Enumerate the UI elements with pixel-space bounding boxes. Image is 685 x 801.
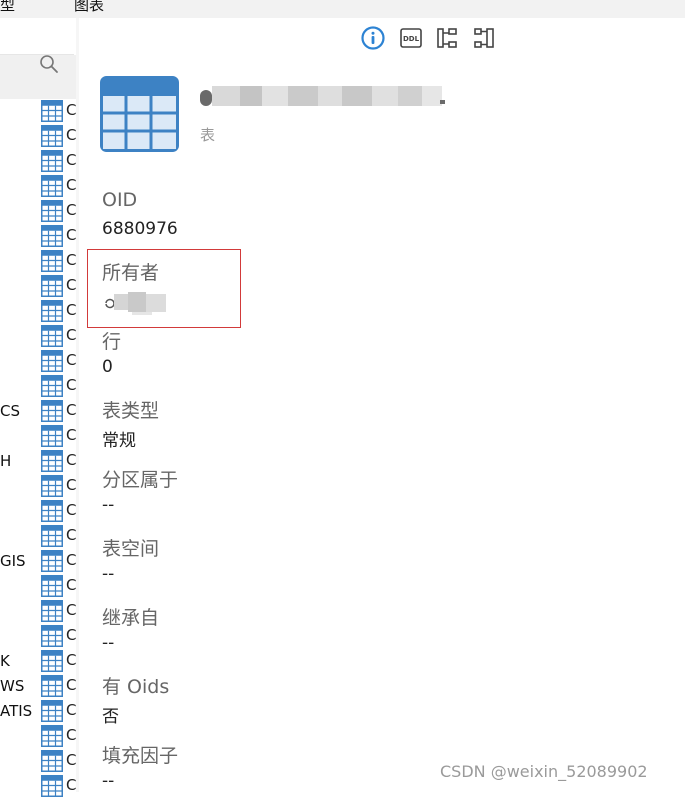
property-value: 常规	[102, 431, 136, 451]
table-icon[interactable]	[41, 400, 63, 422]
table-icon[interactable]	[41, 550, 63, 572]
property-label: 继承自	[102, 607, 160, 629]
property-label: 行	[102, 331, 122, 353]
ddl-icon-text: DDL	[403, 35, 420, 43]
property-value: --	[102, 771, 115, 791]
tree-item-label[interactable]: C	[66, 376, 76, 394]
dependency-icon[interactable]	[473, 27, 495, 49]
table-icon[interactable]	[41, 350, 63, 372]
property-value: --	[102, 633, 115, 653]
schema-label[interactable]: WS	[0, 677, 24, 695]
table-icon[interactable]	[41, 225, 63, 247]
table-icon[interactable]	[41, 475, 63, 497]
tree-item-label[interactable]: C	[66, 501, 76, 519]
tree-item-label[interactable]: C	[66, 726, 76, 744]
tree-item-label[interactable]: C	[66, 251, 76, 269]
owner-highlight-box	[87, 249, 241, 328]
property-value: 否	[102, 707, 119, 727]
table-icon[interactable]	[41, 200, 63, 222]
property-value: --	[102, 564, 115, 584]
property-label: OID	[102, 189, 138, 211]
schema-label[interactable]: K	[0, 652, 10, 670]
table-icon[interactable]	[41, 525, 63, 547]
tree-item-label[interactable]: C	[66, 401, 76, 419]
tree-item-label[interactable]: C	[66, 476, 76, 494]
tree-item-label[interactable]: C	[66, 151, 76, 169]
search-icon[interactable]	[38, 53, 60, 75]
property-value: 6880976	[102, 219, 178, 239]
schema-label[interactable]: GIS	[0, 552, 26, 570]
menu-bar: 型 图表	[0, 0, 685, 18]
schema-label[interactable]: CS	[0, 402, 20, 420]
er-diagram-icon[interactable]	[436, 27, 458, 49]
table-icon[interactable]	[41, 150, 63, 172]
table-icon[interactable]	[41, 175, 63, 197]
tree-item-label[interactable]: C	[66, 451, 76, 469]
object-name-redacted	[200, 86, 445, 108]
table-icon[interactable]	[41, 625, 63, 647]
schema-label[interactable]: H	[0, 452, 11, 470]
object-list-header	[0, 18, 74, 55]
tree-item-label[interactable]: C	[66, 701, 76, 719]
schema-label[interactable]: ATIS	[0, 702, 32, 720]
table-icon[interactable]	[41, 650, 63, 672]
table-icon[interactable]	[41, 600, 63, 622]
tree-item-label[interactable]: C	[66, 301, 76, 319]
info-icon[interactable]	[361, 26, 385, 50]
table-icon[interactable]	[41, 300, 63, 322]
object-type-label: 表	[200, 126, 216, 144]
table-icon[interactable]	[41, 100, 63, 122]
table-icon[interactable]	[41, 575, 63, 597]
tree-item-label[interactable]: C	[66, 201, 76, 219]
property-label: 分区属于	[102, 469, 179, 491]
table-large-icon	[100, 76, 179, 152]
table-icon[interactable]	[41, 275, 63, 297]
tree-item-label[interactable]: C	[66, 576, 76, 594]
tree-item-label[interactable]: C	[66, 601, 76, 619]
property-value: 0	[102, 357, 113, 377]
table-icon[interactable]	[41, 725, 63, 747]
table-icon[interactable]	[41, 500, 63, 522]
tree-item-label[interactable]: C	[66, 426, 76, 444]
tree-item-label[interactable]: C	[66, 126, 76, 144]
tree-item-label[interactable]: C	[66, 551, 76, 569]
table-icon[interactable]	[41, 250, 63, 272]
ddl-icon[interactable]: DDL	[400, 28, 422, 48]
panel-divider[interactable]	[76, 18, 79, 792]
tree-item-label[interactable]: C	[66, 351, 76, 369]
table-icon[interactable]	[41, 675, 63, 697]
table-icon[interactable]	[41, 450, 63, 472]
table-icon[interactable]	[41, 325, 63, 347]
table-icon[interactable]	[41, 700, 63, 722]
table-icon[interactable]	[41, 375, 63, 397]
property-label: 表空间	[102, 538, 160, 560]
tree-item-label[interactable]: C	[66, 776, 76, 794]
table-icon[interactable]	[41, 125, 63, 147]
tree-item-label[interactable]: C	[66, 651, 76, 669]
menu-item-model[interactable]: 型	[0, 0, 15, 15]
property-label: 表类型	[102, 400, 160, 422]
tree-item-label[interactable]: C	[66, 751, 76, 769]
tree-item-label[interactable]: C	[66, 326, 76, 344]
watermark: CSDN @weixin_52089902	[440, 762, 648, 781]
property-label: 填充因子	[102, 745, 179, 767]
property-label: 有 Oids	[102, 676, 170, 698]
tree-item-label[interactable]: C	[66, 276, 76, 294]
tree-item-label[interactable]: C	[66, 526, 76, 544]
table-icon[interactable]	[41, 750, 63, 772]
tree-item-label[interactable]: C	[66, 226, 76, 244]
table-icon[interactable]	[41, 425, 63, 447]
menu-item-chart[interactable]: 图表	[74, 0, 104, 15]
tree-item-label[interactable]: C	[66, 101, 76, 119]
tree-item-label[interactable]: C	[66, 176, 76, 194]
table-icon[interactable]	[41, 775, 63, 797]
property-value: --	[102, 495, 115, 515]
tree-item-label[interactable]: C	[66, 626, 76, 644]
tree-item-label[interactable]: C	[66, 676, 76, 694]
